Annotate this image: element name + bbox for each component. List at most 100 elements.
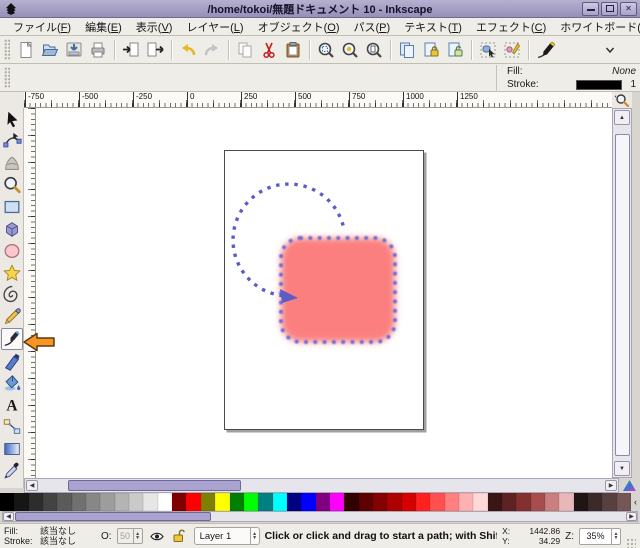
- palette-swatch[interactable]: [157, 493, 173, 511]
- tool-text-icon[interactable]: A: [1, 394, 23, 416]
- fill-stroke-indicator[interactable]: Fill: None Stroke: 1: [496, 65, 636, 91]
- palette-scrollbar[interactable]: ◀ ▶: [2, 511, 638, 522]
- canvas[interactable]: [36, 108, 612, 478]
- menu-item-t[interactable]: テキスト(T): [397, 18, 469, 36]
- redo-icon[interactable]: [200, 38, 224, 62]
- palette-scrollbar-thumb[interactable]: [15, 512, 211, 521]
- tool-pencil-icon[interactable]: [1, 306, 23, 328]
- copy-icon[interactable]: [233, 38, 257, 62]
- palette-swatch[interactable]: [86, 493, 101, 511]
- print-icon[interactable]: [86, 38, 110, 62]
- palette-swatch[interactable]: [444, 493, 459, 511]
- palette-swatch[interactable]: [344, 493, 359, 511]
- tool-ellipse-icon[interactable]: [1, 240, 23, 262]
- duplicate-icon[interactable]: [395, 38, 419, 62]
- palette-swatch[interactable]: [502, 493, 517, 511]
- palette-swatch[interactable]: [473, 493, 488, 511]
- palette-swatch[interactable]: [372, 493, 388, 511]
- tool-spiral-icon[interactable]: [1, 284, 23, 306]
- zoom-page-icon[interactable]: [362, 38, 386, 62]
- vertical-ruler[interactable]: [24, 108, 36, 478]
- tool-paint-bucket-icon[interactable]: [1, 372, 23, 394]
- layer-selector[interactable]: Layer 1 ▲ ▼: [193, 527, 260, 545]
- menu-item-l[interactable]: レイヤー(L): [179, 18, 250, 36]
- menu-item-v[interactable]: 表示(V): [129, 18, 180, 36]
- cut-icon[interactable]: [257, 38, 281, 62]
- tool-star-icon[interactable]: [1, 262, 23, 284]
- tool-rectangle-icon[interactable]: [1, 196, 23, 218]
- palette-swatch[interactable]: [186, 493, 201, 511]
- toolbar-overflow-chevron-icon[interactable]: [598, 38, 622, 62]
- palette-swatch[interactable]: [315, 493, 330, 511]
- palette-swatch[interactable]: [459, 493, 474, 511]
- tool-select-icon[interactable]: [1, 108, 23, 130]
- unlink-clone-icon[interactable]: [443, 38, 467, 62]
- tool-zoom-icon[interactable]: [1, 174, 23, 196]
- palette-swatch[interactable]: [0, 493, 15, 511]
- scroll-right-arrow-icon[interactable]: ▶: [605, 480, 617, 491]
- scroll-down-arrow-icon[interactable]: ▼: [614, 461, 630, 476]
- palette-swatch[interactable]: [530, 493, 546, 511]
- tool-box-3d-icon[interactable]: [1, 218, 23, 240]
- palette-swatch[interactable]: [129, 493, 144, 511]
- scroll-up-arrow-icon[interactable]: ▲: [614, 110, 630, 125]
- pen-editor-icon[interactable]: [533, 38, 557, 62]
- edit-paths-dialog-icon[interactable]: [500, 38, 524, 62]
- tool-connector-icon[interactable]: [1, 416, 23, 438]
- palette-swatch[interactable]: [272, 493, 287, 511]
- horizontal-scrollbar[interactable]: ◀ ▶: [24, 478, 619, 493]
- window-resize-grip[interactable]: [626, 538, 636, 548]
- palette-swatch[interactable]: [28, 493, 44, 511]
- opacity-spinner-icon[interactable]: ▲ ▼: [132, 529, 142, 543]
- edit-selection-dialog-icon[interactable]: [476, 38, 500, 62]
- save-document-icon[interactable]: [62, 38, 86, 62]
- palette-swatch[interactable]: [358, 493, 373, 511]
- palette-swatch[interactable]: [258, 493, 273, 511]
- tool-gradient-icon[interactable]: [1, 438, 23, 460]
- palette-swatch[interactable]: [559, 493, 574, 511]
- zoom-spinbox[interactable]: 35% ▲ ▼: [579, 527, 621, 545]
- layer-lock-open-icon[interactable]: [171, 528, 189, 544]
- palette-swatch[interactable]: [43, 493, 58, 511]
- minimize-button[interactable]: [582, 1, 599, 16]
- opacity-spinbox[interactable]: 50 ▲ ▼: [116, 528, 143, 544]
- palette-swatch[interactable]: [415, 493, 431, 511]
- close-button[interactable]: ✕: [620, 1, 637, 16]
- palette-scrollbar-right-arrow-icon[interactable]: ▶: [626, 512, 637, 521]
- palette-swatch[interactable]: [401, 493, 416, 511]
- palette-swatch[interactable]: [329, 493, 345, 511]
- new-document-icon[interactable]: [14, 38, 38, 62]
- palette-swatch[interactable]: [100, 493, 115, 511]
- zoom-corner-button[interactable]: [612, 92, 632, 108]
- palette-swatch[interactable]: [616, 493, 632, 511]
- export-icon[interactable]: [143, 38, 167, 62]
- import-icon[interactable]: [119, 38, 143, 62]
- zoom-spinner-icon[interactable]: ▲ ▼: [611, 528, 620, 544]
- palette-swatch[interactable]: [516, 493, 531, 511]
- stroke-color-swatch[interactable]: [576, 79, 622, 90]
- open-document-icon[interactable]: [38, 38, 62, 62]
- menu-item-r[interactable]: ホワイトボード(R): [553, 18, 640, 36]
- palette-swatch[interactable]: [215, 493, 230, 511]
- toolbar-grip-handle[interactable]: [4, 38, 10, 61]
- palette-swatch[interactable]: [602, 493, 617, 511]
- palette-swatch[interactable]: [588, 493, 603, 511]
- palette-swatch[interactable]: [573, 493, 589, 511]
- palette-swatch[interactable]: [243, 493, 259, 511]
- palette-swatch[interactable]: [430, 493, 445, 511]
- vertical-scrollbar[interactable]: ▲ ▼: [612, 108, 632, 478]
- palette-swatch[interactable]: [487, 493, 503, 511]
- tool-node-edit-icon[interactable]: [1, 130, 23, 152]
- maximize-button[interactable]: [601, 1, 618, 16]
- zoom-drawing-icon[interactable]: [338, 38, 362, 62]
- horizontal-scrollbar-thumb[interactable]: [68, 480, 241, 491]
- palette-swatch[interactable]: [57, 493, 72, 511]
- menu-item-e[interactable]: 編集(E): [78, 18, 129, 36]
- layer-visibility-eye-icon[interactable]: [148, 528, 166, 544]
- tool-calligraphy-icon[interactable]: [1, 350, 23, 372]
- palette-swatch[interactable]: [545, 493, 560, 511]
- tool-dropper-icon[interactable]: [1, 460, 23, 482]
- palette-swatch[interactable]: [114, 493, 130, 511]
- menu-item-o[interactable]: オブジェクト(O): [251, 18, 347, 36]
- tool-pen-bezier-icon[interactable]: [0, 328, 23, 350]
